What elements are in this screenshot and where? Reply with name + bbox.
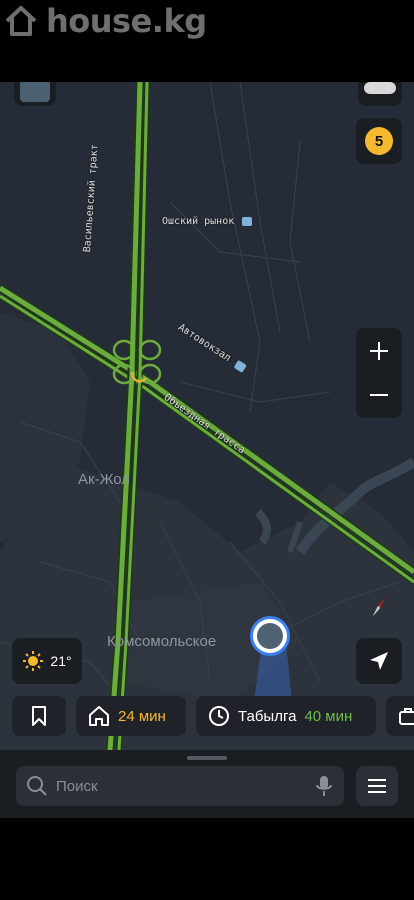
label-osh-market: Ошский рынок [162, 216, 253, 227]
my-location-button[interactable] [356, 638, 402, 684]
home-time: 24 мин [118, 707, 166, 725]
badge: 5 [365, 127, 393, 155]
more-routes-chip[interactable] [386, 696, 414, 736]
zoom-out-button[interactable] [356, 372, 402, 418]
home-route-chip[interactable]: 24 мин [76, 696, 186, 736]
minus-icon [370, 394, 388, 396]
watermark: house.kg [4, 2, 207, 40]
label-ak-zhol: Ак-Жол [78, 471, 131, 488]
label-komsomolskoe: Комсомольское [107, 633, 217, 650]
work-name: Табылга [238, 707, 297, 725]
zoom-controls [356, 328, 402, 418]
badge-count: 5 [374, 132, 384, 150]
map-view[interactable]: Васильевский тракт Ошский рынок Автовокз… [0, 82, 414, 750]
home-icon [89, 706, 109, 726]
search-placeholder: Поиск [56, 777, 98, 795]
label-osh-market-text: Ошский рынок [162, 216, 235, 227]
work-time: 40 мин [304, 707, 353, 725]
search-bar[interactable]: Поиск [16, 766, 344, 806]
bookmarks-button[interactable] [12, 696, 66, 736]
hamburger-icon [368, 779, 386, 793]
work-route-chip[interactable]: Табылга 40 мин [196, 696, 376, 736]
navigation-arrow-icon [370, 652, 388, 670]
user-location-marker[interactable] [250, 616, 290, 656]
transit-icon [242, 216, 253, 226]
zoom-in-button[interactable] [356, 328, 402, 374]
weather-widget[interactable]: 21° [12, 638, 82, 684]
profile-avatar[interactable] [14, 82, 56, 106]
microphone-icon[interactable] [316, 775, 332, 797]
compass-icon [373, 598, 385, 616]
watermark-text: house.kg [46, 2, 207, 40]
bookmark-icon [32, 706, 46, 726]
sheet-handle[interactable] [187, 756, 227, 760]
plus-icon [370, 342, 388, 360]
weather-temp: 21° [50, 653, 72, 669]
house-icon [5, 6, 37, 36]
sun-icon [23, 651, 44, 671]
user-avatar [257, 623, 283, 649]
car-icon [364, 82, 396, 94]
top-bar: house.kg [0, 0, 414, 82]
car-widget[interactable] [358, 82, 402, 106]
briefcase-icon [399, 708, 414, 725]
bottom-sheet: Поиск [0, 750, 414, 818]
compass-button[interactable] [362, 590, 396, 624]
menu-button[interactable] [356, 766, 398, 806]
clock-icon [209, 706, 229, 726]
search-icon [27, 776, 47, 796]
bottom-black-area [0, 818, 414, 900]
avatar-image [20, 82, 50, 102]
notification-badge-button[interactable]: 5 [356, 118, 402, 164]
